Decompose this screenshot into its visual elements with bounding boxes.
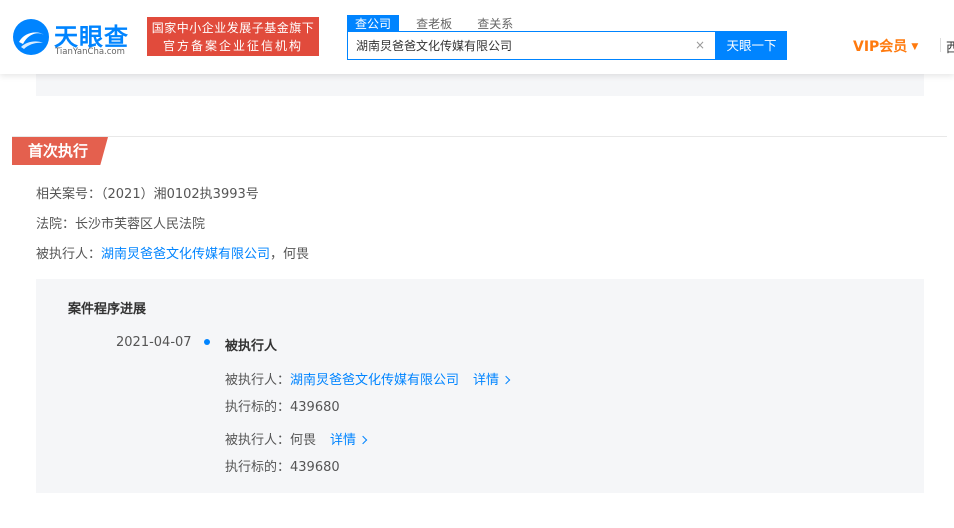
- badge-line-1: 国家中小企业发展子基金旗下: [151, 21, 315, 35]
- clear-icon[interactable]: ×: [695, 38, 705, 52]
- search-type-tabs: 查公司 查老板 查关系: [347, 13, 525, 34]
- executed-person-row: 被执行人：湖南炅爸爸文化传媒有限公司，何畏: [36, 243, 309, 262]
- case-number-label: 相关案号：: [36, 187, 102, 202]
- vip-label: VIP会员: [853, 39, 908, 55]
- search-button[interactable]: 天眼一下: [716, 31, 787, 60]
- vip-member-link[interactable]: VIP会员 ▼: [853, 36, 918, 56]
- timeline-dot-icon: [204, 339, 210, 345]
- entry-1-amount-value: 439680: [290, 400, 340, 415]
- entry-2-detail-link[interactable]: 详情: [330, 433, 368, 448]
- entry-2-detail-label: 详情: [330, 433, 357, 448]
- entry-1-amount-row: 执行标的：439680: [225, 396, 340, 415]
- official-badge: 国家中小企业发展子基金旗下 官方备案企业征信机构: [147, 17, 319, 56]
- tianyancha-logo[interactable]: 天眼查 TianYanCha.com: [12, 14, 140, 60]
- executed-label: 被执行人：: [36, 247, 102, 262]
- entry-2-amount-label: 执行标的：: [225, 460, 291, 475]
- entry-1-name-row: 被执行人：湖南炅爸爸文化传媒有限公司 详情: [225, 369, 511, 388]
- top-header: 天眼查 TianYanCha.com 国家中小企业发展子基金旗下 官方备案企业征…: [0, 0, 954, 74]
- search-input[interactable]: [348, 32, 688, 59]
- entry-2-name-row: 被执行人：何畏 详情: [225, 429, 368, 448]
- entry-1-detail-link[interactable]: 详情: [473, 373, 511, 388]
- entry-2-label: 被执行人：: [225, 433, 291, 448]
- entry-1-company-link[interactable]: 湖南炅爸爸文化传媒有限公司: [290, 373, 459, 388]
- chevron-right-icon: [501, 375, 511, 385]
- logo-eye-icon: [13, 19, 49, 55]
- previous-section-block: [36, 74, 924, 96]
- entry-2-amount-value: 439680: [290, 460, 340, 475]
- executed-company-link[interactable]: 湖南炅爸爸文化传媒有限公司: [101, 247, 270, 262]
- case-number-row: 相关案号：（2021）湘0102执3993号: [36, 183, 259, 202]
- case-number-value: （2021）湘0102执3993号: [101, 187, 259, 202]
- progress-title: 案件程序进展: [68, 302, 147, 317]
- search-box: ×: [347, 31, 716, 60]
- badge-line-2: 官方备案企业征信机构: [162, 39, 303, 53]
- section-divider: [12, 136, 947, 137]
- court-label: 法院：: [36, 217, 76, 232]
- caret-down-icon: ▼: [911, 42, 919, 52]
- header-edge-text[interactable]: 西: [946, 37, 954, 56]
- logo-subtitle: TianYanCha.com: [55, 47, 125, 57]
- case-progress-panel: 案件程序进展 2021-04-07 被执行人 被执行人：湖南炅爸爸文化传媒有限公…: [36, 279, 924, 493]
- court-value: 长沙市芙蓉区人民法院: [75, 217, 206, 232]
- executed-separator: ，: [270, 247, 284, 262]
- entry-1-detail-label: 详情: [473, 373, 500, 388]
- progress-date: 2021-04-07: [116, 335, 192, 350]
- progress-event-title: 被执行人: [225, 339, 278, 354]
- court-row: 法院：长沙市芙蓉区人民法院: [36, 213, 205, 232]
- entry-1-label: 被执行人：: [225, 373, 291, 388]
- entry-2-person-name: 何畏: [290, 433, 317, 448]
- chevron-right-icon: [358, 435, 368, 445]
- section-title: 首次执行: [12, 137, 108, 165]
- executed-person-name: 何畏: [283, 247, 310, 262]
- header-divider: [940, 38, 941, 52]
- entry-1-amount-label: 执行标的：: [225, 400, 291, 415]
- entry-2-amount-row: 执行标的：439680: [225, 456, 340, 475]
